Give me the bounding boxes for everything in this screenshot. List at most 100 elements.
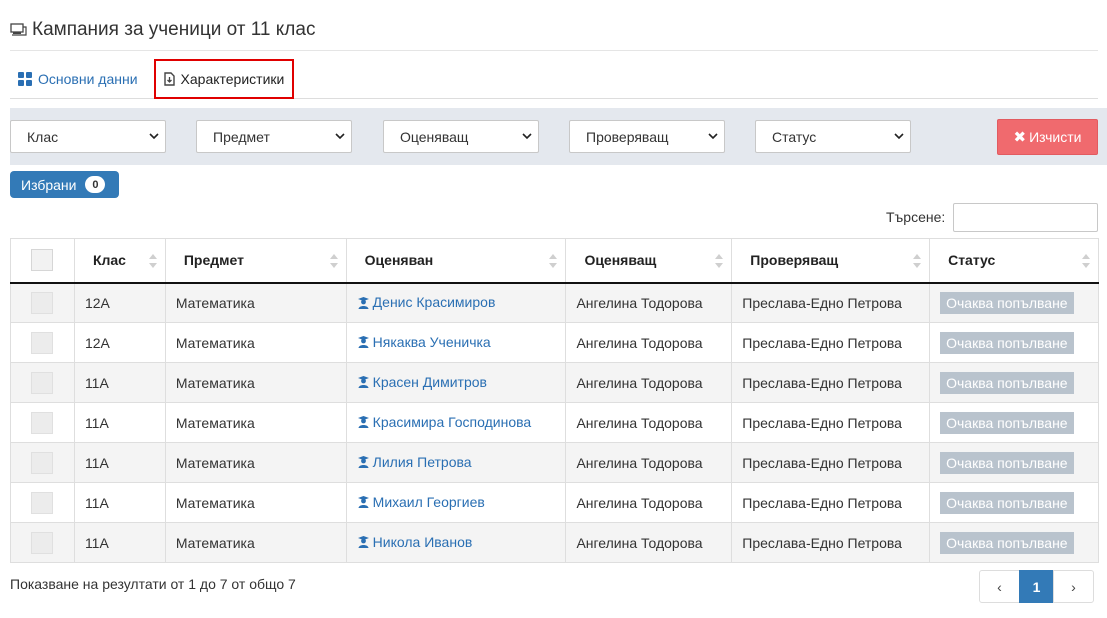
cell-subject: Математика (164, 402, 347, 443)
status-badge: Очаква попълване (940, 491, 1074, 514)
student-name: Денис Красимиров (372, 294, 496, 310)
student-name: Михаил Георгиев (372, 493, 485, 510)
subject-filter-value: Предмет (213, 128, 270, 145)
column-header-label: Предмет (183, 252, 244, 269)
row-checkbox[interactable] (31, 371, 54, 394)
row-checkbox[interactable] (31, 491, 54, 514)
tab-basic-data-label: Основни данни (38, 71, 138, 87)
class-filter-select[interactable]: Клас (10, 120, 166, 153)
column-header-status[interactable]: Статус (929, 238, 1099, 284)
grader-filter-select[interactable]: Оценяващ (383, 120, 539, 153)
column-header-label: Статус (948, 252, 996, 269)
search-input[interactable] (953, 203, 1098, 232)
column-header-student[interactable]: Оценяван (345, 238, 567, 284)
next-page-button[interactable]: › (1053, 570, 1094, 603)
tab-bar: Основни данни Характеристики (10, 59, 1098, 99)
pagination: ‹ 1 › (979, 570, 1094, 603)
tab-characteristics-label: Характеристики (180, 71, 285, 87)
table-row: 12А Математика Денис Красимиров Ангелина… (10, 282, 1099, 323)
row-checkbox[interactable] (31, 531, 54, 554)
column-header-label: Проверяващ (750, 252, 839, 269)
favorites-count-badge: 0 (85, 176, 106, 193)
cell-reviewer: Преслава-Едно Петрова (731, 282, 931, 323)
page-header: Кампания за ученици от 11 клас (10, 10, 1098, 51)
chevron-down-icon (894, 133, 904, 140)
grader-filter-value: Оценяващ (400, 128, 469, 145)
reviewer-filter-value: Проверяващ (586, 128, 669, 145)
favorites-label: Избрани (21, 176, 77, 193)
status-filter-select[interactable]: Статус (755, 120, 911, 153)
results-table: Клас Предмет Оценяван Оценяващ Проверява… (10, 238, 1099, 563)
prev-page-button[interactable]: ‹ (979, 570, 1020, 603)
student-name: Някаква Ученичка (372, 333, 491, 350)
student-icon (357, 296, 370, 309)
student-icon (357, 495, 370, 509)
table-body: 12А Математика Денис Красимиров Ангелина… (10, 282, 1099, 563)
results-summary: Показване на резултати от 1 до 7 от общо… (10, 576, 296, 592)
student-link[interactable]: Красимира Господинова (357, 413, 532, 430)
favorites-button[interactable]: Избрани 0 (10, 171, 119, 198)
cell-class: 11А (73, 482, 166, 523)
reviewer-filter-select[interactable]: Проверяващ (569, 120, 725, 153)
column-header-grader[interactable]: Оценяващ (565, 238, 733, 284)
document-icon (163, 72, 175, 86)
row-checkbox[interactable] (31, 411, 54, 434)
column-header-label: Клас (92, 252, 126, 269)
sort-icon (913, 254, 922, 268)
chevron-down-icon (522, 133, 532, 140)
page-number-button[interactable]: 1 (1019, 570, 1054, 603)
filter-bar: Клас Предмет Оценяващ Проверяващ Статус … (10, 108, 1107, 165)
row-checkbox[interactable] (31, 291, 54, 314)
student-link[interactable]: Лилия Петрова (357, 454, 472, 470)
cell-class: 11А (73, 442, 166, 483)
status-badge: Очаква попълване (940, 331, 1074, 354)
select-all-header (10, 238, 75, 284)
student-link[interactable]: Михаил Георгиев (357, 494, 485, 510)
cell-reviewer: Преслава-Едно Петрова (731, 522, 931, 563)
cell-class: 12А (73, 282, 166, 323)
cell-class: 11А (73, 402, 166, 443)
cell-reviewer: Преслава-Едно Петрова (731, 482, 931, 523)
chevron-down-icon (708, 133, 718, 140)
cell-grader: Ангелина Тодорова (565, 522, 733, 563)
subject-filter-select[interactable]: Предмет (196, 120, 352, 153)
clear-filters-label: Изчисти (1029, 129, 1082, 145)
status-badge: Очаква попълване (940, 371, 1074, 394)
column-header-class[interactable]: Клас (73, 238, 166, 284)
row-checkbox[interactable] (31, 451, 54, 474)
student-link[interactable]: Денис Красимиров (357, 294, 496, 310)
tab-basic-data[interactable]: Основни данни (10, 60, 146, 98)
status-badge: Очаква попълване (940, 531, 1074, 554)
cell-reviewer: Преслава-Едно Петрова (731, 442, 931, 483)
sort-icon (715, 254, 724, 268)
chevron-down-icon (149, 133, 159, 140)
cell-reviewer: Преслава-Едно Петрова (731, 362, 931, 403)
student-link[interactable]: Красен Димитров (357, 374, 487, 390)
select-all-checkbox[interactable] (31, 249, 54, 272)
column-header-subject[interactable]: Предмет (164, 238, 347, 284)
table-header-row: Клас Предмет Оценяван Оценяващ Проверява… (10, 238, 1099, 284)
table-row: 11А Математика Михаил Георгиев Ангелина … (10, 482, 1099, 523)
column-header-reviewer[interactable]: Проверяващ (731, 238, 931, 284)
campaign-icon (10, 22, 28, 38)
sort-icon (1082, 254, 1090, 268)
student-link[interactable]: Никола Иванов (357, 533, 473, 550)
cell-subject: Математика (164, 322, 347, 363)
table-row: 11А Математика Никола Иванов Ангелина То… (10, 522, 1099, 563)
student-name: Красен Димитров (372, 373, 487, 390)
row-checkbox[interactable] (31, 331, 54, 354)
student-icon (357, 415, 370, 429)
student-name: Никола Иванов (372, 533, 473, 550)
tab-characteristics[interactable]: Характеристики (153, 59, 295, 99)
clear-filters-button[interactable]: ✖ Изчисти (997, 119, 1098, 155)
student-icon (357, 455, 370, 469)
cell-class: 11А (73, 522, 166, 563)
student-name: Красимира Господинова (372, 413, 532, 430)
student-icon (357, 535, 370, 549)
student-link[interactable]: Някаква Ученичка (357, 334, 491, 350)
student-icon (357, 375, 370, 389)
cell-reviewer: Преслава-Едно Петрова (731, 402, 931, 443)
sort-icon (148, 254, 157, 268)
status-badge: Очаква попълване (940, 411, 1074, 434)
cell-class: 11А (73, 362, 166, 403)
